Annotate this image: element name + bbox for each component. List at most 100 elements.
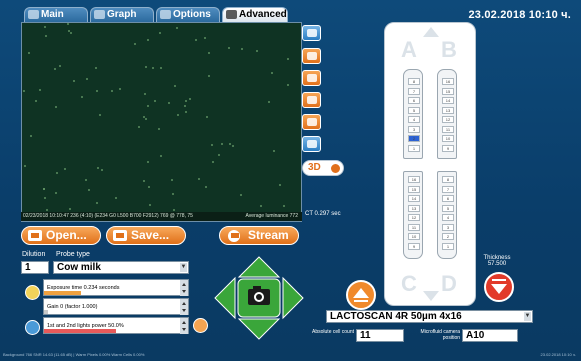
slide-cell[interactable]: 7	[408, 87, 420, 95]
chevron-down-icon: ▼	[524, 312, 531, 321]
cell-speck	[205, 186, 207, 188]
cell-speck	[218, 154, 220, 156]
grid-button[interactable]	[302, 70, 321, 86]
microscope-image-view[interactable]	[21, 22, 302, 222]
image-status-bar: 02/23/2018 10:10:47 236 (4:10) (E234 G0 …	[21, 212, 302, 221]
cell-speck	[268, 101, 270, 103]
cell-speck	[59, 65, 61, 67]
slide-cell[interactable]: 14	[442, 97, 454, 104]
channel-strip-top-left: 8 7 6 5 4 3 2 1	[403, 69, 423, 159]
cell-speck	[24, 165, 26, 167]
cell-speck	[173, 209, 175, 211]
save-button[interactable]: Save...	[106, 226, 186, 245]
cell-speck	[158, 128, 160, 130]
slide-cell[interactable]: 2	[442, 233, 454, 240]
lights-stepper[interactable]	[180, 318, 188, 334]
slide-cell[interactable]: 9	[442, 144, 454, 152]
tab-graph[interactable]: Graph	[90, 7, 154, 22]
slide-cell[interactable]: 5	[442, 204, 454, 212]
slide-up-button[interactable]	[346, 280, 376, 310]
slide-cell[interactable]: 12	[442, 116, 454, 123]
open-button[interactable]: Open...	[21, 226, 101, 245]
cell-speck	[111, 90, 113, 92]
slide-cell[interactable]: 15	[408, 185, 420, 193]
save-icon	[113, 230, 127, 241]
cell-speck	[177, 114, 179, 116]
slide-cell[interactable]: 10	[442, 135, 454, 142]
arrow-right-button[interactable]	[282, 276, 304, 320]
gain-stepper[interactable]	[180, 299, 188, 315]
slide-cell[interactable]: 12	[408, 214, 420, 221]
slide-cell[interactable]: 6	[408, 97, 420, 104]
arrow-down-button[interactable]	[237, 318, 281, 340]
exposure-stepper[interactable]	[180, 280, 188, 296]
slide-cell[interactable]: 15	[442, 87, 454, 95]
cell-speck	[101, 169, 103, 171]
cell-speck	[260, 205, 262, 207]
stream-button[interactable]: Stream	[219, 226, 299, 245]
arrow-up-button[interactable]	[237, 256, 281, 278]
gain-slider[interactable]: Gain 0 (factor 1.000)	[43, 298, 189, 315]
monitor-icon	[28, 10, 39, 19]
cell-speck	[189, 98, 191, 100]
slide-cell[interactable]: 7	[442, 185, 454, 193]
slide-cell[interactable]: 11	[408, 223, 420, 231]
slide-cell[interactable]: 14	[408, 195, 420, 202]
slide-cell[interactable]: 8	[442, 176, 454, 183]
slide-cell[interactable]: 16	[442, 78, 454, 85]
tab-main[interactable]: Main	[24, 7, 88, 22]
absolute-cell-count-label: Absolute cell count	[312, 329, 354, 335]
lights-level-bar	[44, 329, 116, 333]
overlay-button[interactable]	[302, 92, 321, 108]
slide-cell[interactable]: 3	[408, 125, 420, 133]
slide-cell[interactable]: 10	[408, 233, 420, 240]
slide-cell[interactable]: 3	[442, 223, 454, 231]
slide-cell[interactable]: 16	[408, 176, 420, 183]
bulb-icon[interactable]	[193, 318, 208, 333]
channel-strip-bottom-left: 16 15 14 13 12 11 10 9	[403, 171, 423, 259]
gear-icon	[307, 140, 317, 148]
slide-cell[interactable]: 8	[408, 78, 420, 85]
cell-speck	[70, 32, 72, 34]
slide-cell[interactable]: 6	[442, 195, 454, 202]
sun-icon[interactable]	[25, 285, 40, 300]
slide-cell[interactable]: 5	[408, 106, 420, 114]
slide-cell[interactable]: 11	[442, 125, 454, 133]
slide-holder: A B C D 87654321 16 15 14 13 12 11 10 9 16 15 14 1…	[384, 22, 476, 306]
layer-button[interactable]	[302, 48, 321, 64]
exposure-slider[interactable]: Exposure time 0.234 seconds	[43, 279, 189, 296]
slide-cell[interactable]: 13	[442, 106, 454, 114]
tab-options[interactable]: Options	[156, 7, 220, 22]
slide-cell[interactable]: 4	[442, 214, 454, 221]
cell-speck	[143, 116, 145, 118]
slide-cell[interactable]: 13	[408, 204, 420, 212]
slide-cell[interactable]: 1	[442, 242, 454, 250]
cell-speck	[149, 204, 151, 206]
average-luminance: Average luminance 772	[245, 213, 298, 219]
cell-speck	[55, 106, 57, 108]
settings-tool-button[interactable]	[302, 136, 321, 152]
slide-cell[interactable]: 9	[408, 242, 420, 250]
slide-down-button[interactable]	[484, 272, 514, 302]
zoom-fit-button[interactable]	[302, 25, 321, 41]
probe-type-select[interactable]: Cow milk ▼	[53, 261, 189, 274]
lights-slider[interactable]: 1st and 2nd lights power 50.0%	[43, 317, 189, 334]
slide-cell[interactable]: 1	[408, 144, 420, 152]
cell-speck	[206, 116, 208, 118]
advanced-icon	[226, 10, 237, 19]
tab-advanced[interactable]: Advanced	[222, 7, 288, 22]
slide-type-select[interactable]: LACTOSCAN 4R 50µm 4x16 ▼	[326, 310, 533, 323]
cell-speck	[211, 144, 213, 146]
slide-cell[interactable]: 2	[408, 135, 420, 142]
cell-speck	[88, 189, 90, 191]
light-icon[interactable]	[25, 320, 40, 335]
arrow-left-button[interactable]	[214, 276, 236, 320]
cell-speck	[159, 32, 161, 34]
slide-cell[interactable]: 4	[408, 116, 420, 123]
cell-speck	[185, 100, 187, 102]
dilution-input[interactable]: 1	[21, 261, 49, 274]
filter-button[interactable]	[302, 114, 321, 130]
cell-speck	[147, 161, 149, 163]
3d-toggle[interactable]: 3D	[302, 160, 344, 176]
microfluid-position-label: Microfluid camera position	[420, 329, 460, 341]
